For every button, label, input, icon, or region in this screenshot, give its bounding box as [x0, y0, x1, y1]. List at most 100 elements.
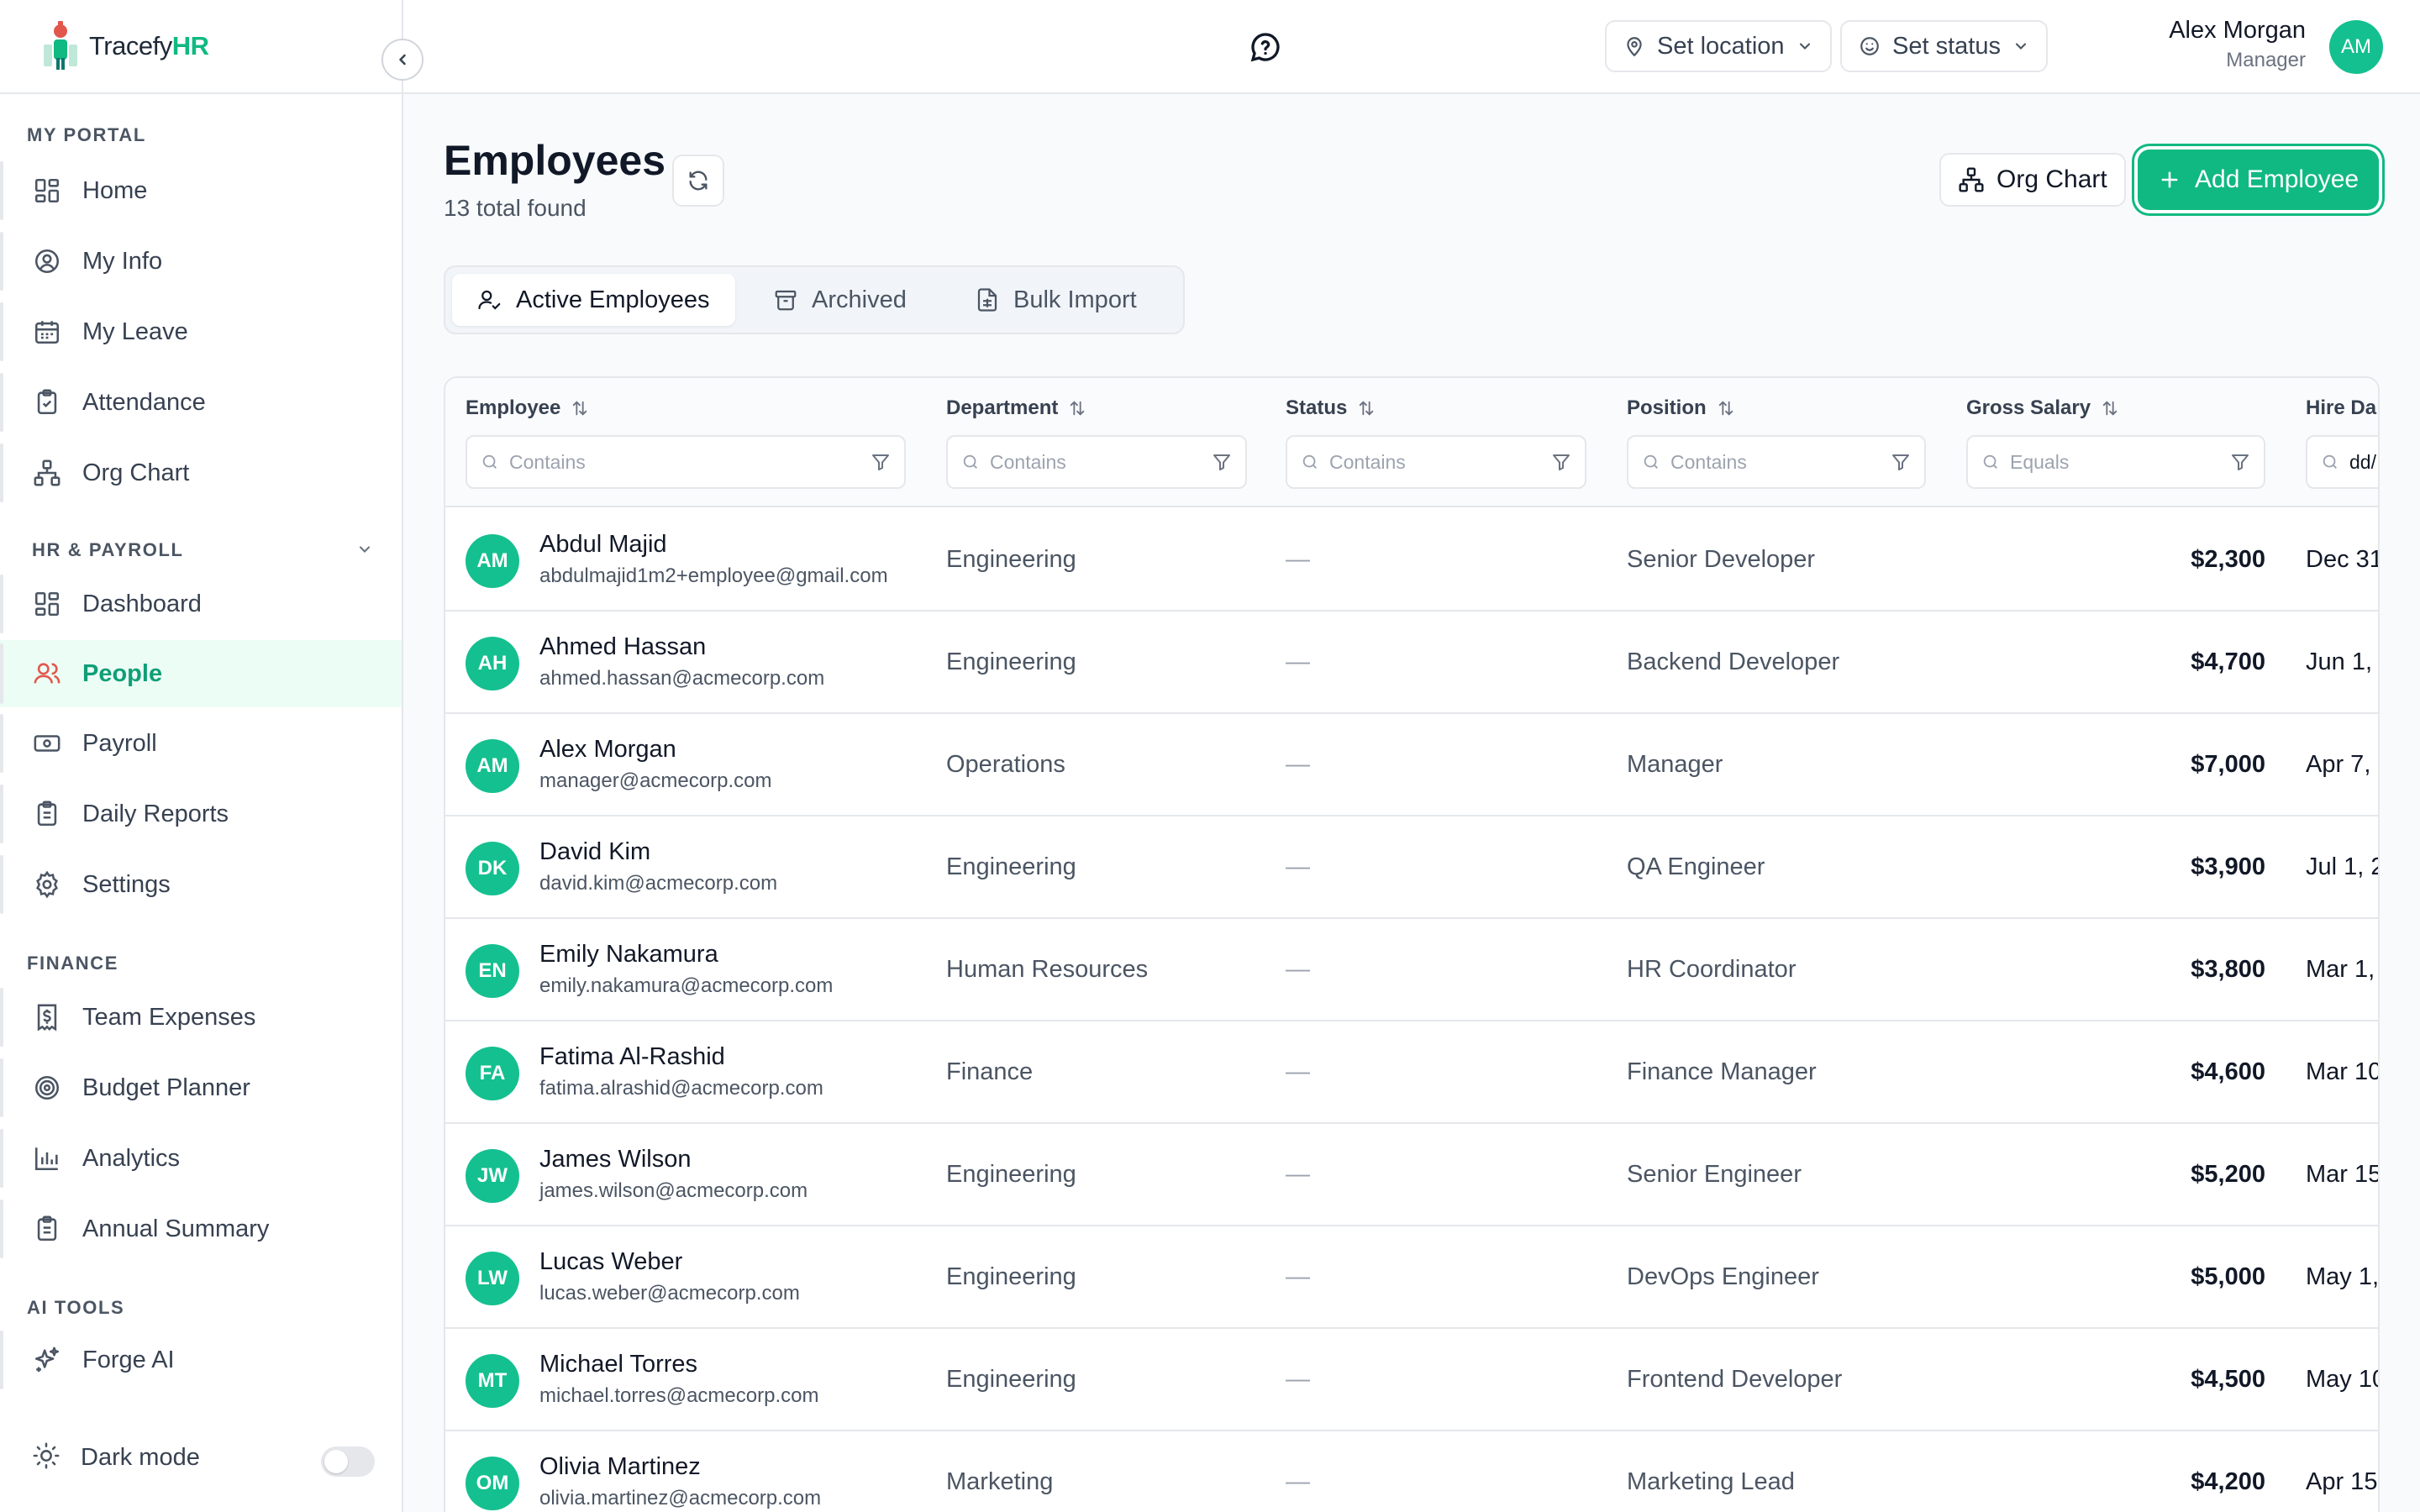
sidebar-item-budget-planner[interactable]: Budget Planner	[0, 1055, 402, 1121]
employee-name[interactable]: David Kim	[539, 838, 650, 866]
table-row[interactable]: EN Emily Nakamura emily.nakamura@acmecorp.…	[445, 919, 2378, 1021]
add-employee-button[interactable]: Add Employee	[2138, 150, 2380, 210]
org-chart-button[interactable]: Org Chart	[1939, 153, 2126, 207]
tab-label: Active Employees	[516, 286, 710, 313]
employee-email: fatima.alrashid@acmecorp.com	[539, 1077, 823, 1100]
file-spreadsheet-icon	[975, 287, 1000, 312]
sidebar-item-settings[interactable]: Settings	[0, 852, 402, 917]
target-icon	[32, 1073, 62, 1103]
sidebar-item-label: Home	[82, 176, 148, 204]
department-cell: Engineering	[946, 1366, 1076, 1393]
position-cell: Frontend Developer	[1627, 1366, 1843, 1393]
employee-name[interactable]: Emily Nakamura	[539, 941, 718, 969]
sidebar-item-daily-reports[interactable]: Daily Reports	[0, 781, 402, 847]
column-header-employee[interactable]: Employee	[466, 396, 589, 420]
tab-bulk-import[interactable]: Bulk Import	[950, 274, 1162, 326]
filter-icon[interactable]	[871, 452, 891, 472]
table-row[interactable]: DK David Kim david.kim@acmecorp.com Enginee…	[445, 816, 2378, 919]
sidebar-item-my-info[interactable]: My Info	[0, 228, 402, 294]
dark-mode-toggle[interactable]	[321, 1446, 375, 1477]
chevron-down-icon[interactable]	[356, 541, 373, 562]
employee-email: olivia.martinez@acmecorp.com	[539, 1487, 822, 1509]
employees-table: Employee Department Status Position Gros…	[444, 376, 2380, 1512]
sidebar-item-analytics[interactable]: Analytics	[0, 1126, 402, 1191]
status-cell: —	[1286, 1366, 1310, 1393]
sidebar-item-my-leave[interactable]: My Leave	[0, 299, 402, 365]
search-icon	[1642, 453, 1660, 471]
sort-icon	[571, 399, 589, 417]
filter-icon[interactable]	[1891, 452, 1911, 472]
employee-name[interactable]: Lucas Weber	[539, 1248, 682, 1276]
filter-input-employee[interactable]: Contains	[466, 435, 906, 489]
column-header-hire-date[interactable]: Hire Da	[2306, 396, 2376, 420]
table-row[interactable]: AM Abdul Majid abdulmajid1m2+employee@gmai…	[445, 509, 2378, 612]
filter-input-status[interactable]: Contains	[1286, 435, 1586, 489]
filter-input-gross-salary[interactable]: Equals	[1966, 435, 2265, 489]
position-cell: Marketing Lead	[1627, 1468, 1795, 1495]
table-row[interactable]: LW Lucas Weber lucas.weber@acmecorp.com Eng…	[445, 1226, 2378, 1329]
set-location-button[interactable]: Set location	[1605, 20, 1832, 72]
filter-placeholder: Contains	[990, 450, 1066, 473]
search-icon	[2321, 453, 2339, 471]
column-header-position[interactable]: Position	[1627, 396, 1735, 420]
employee-name[interactable]: Ahmed Hassan	[539, 633, 706, 661]
sidebar-item-label: Payroll	[82, 729, 157, 757]
sidebar-item-payroll[interactable]: Payroll	[0, 711, 402, 776]
employee-name[interactable]: Alex Morgan	[539, 736, 676, 764]
avatar: AH	[466, 637, 519, 690]
user-name[interactable]: Alex Morgan	[2169, 17, 2306, 45]
position-cell: Backend Developer	[1627, 648, 1840, 675]
table-row[interactable]: JW James Wilson james.wilson@acmecorp.com E…	[445, 1124, 2378, 1226]
chevron-down-icon	[1797, 38, 1813, 55]
filter-input-position[interactable]: Contains	[1627, 435, 1926, 489]
column-header-status[interactable]: Status	[1286, 396, 1376, 420]
table-row[interactable]: MT Michael Torres michael.torres@acmecorp.…	[445, 1329, 2378, 1431]
employee-name[interactable]: Fatima Al-Rashid	[539, 1043, 725, 1071]
sidebar-item-team-expenses[interactable]: Team Expenses	[0, 984, 402, 1050]
avatar: EN	[466, 944, 519, 998]
sidebar-item-forge-ai[interactable]: Forge AI	[0, 1327, 402, 1393]
sidebar-item-attendance[interactable]: Attendance	[0, 370, 402, 435]
filter-icon[interactable]	[1212, 452, 1232, 472]
collapse-sidebar-button[interactable]	[381, 39, 424, 81]
table-row[interactable]: OM Olivia Martinez olivia.martinez@acmecor…	[445, 1431, 2378, 1512]
tab-active-employees[interactable]: Active Employees	[452, 274, 735, 326]
employee-name[interactable]: Abdul Majid	[539, 531, 667, 559]
filter-icon[interactable]	[2230, 452, 2250, 472]
filter-icon[interactable]	[1551, 452, 1571, 472]
position-cell: DevOps Engineer	[1627, 1263, 1819, 1290]
receipt-dollar-icon	[32, 1002, 62, 1032]
filter-input-hire-date[interactable]: dd/	[2306, 435, 2378, 489]
topbar: Set location Set status Alex Morgan Mana…	[403, 0, 2420, 94]
tab-archived[interactable]: Archived	[748, 274, 932, 326]
help-icon[interactable]	[1249, 30, 1282, 68]
sidebar-item-people[interactable]: People	[0, 640, 402, 707]
sidebar-item-org-chart[interactable]: Org Chart	[0, 440, 402, 506]
banknote-icon	[32, 728, 62, 759]
employee-name[interactable]: James Wilson	[539, 1146, 692, 1173]
column-header-gross-salary[interactable]: Gross Salary	[1966, 396, 2119, 420]
position-cell: HR Coordinator	[1627, 956, 1797, 983]
employee-name[interactable]: Michael Torres	[539, 1351, 697, 1378]
column-header-department[interactable]: Department	[946, 396, 1086, 420]
refresh-button[interactable]	[672, 155, 724, 207]
table-row[interactable]: AM Alex Morgan manager@acmecorp.com Operati…	[445, 714, 2378, 816]
department-cell: Engineering	[946, 648, 1076, 675]
sidebar-item-dashboard[interactable]: Dashboard	[0, 571, 402, 637]
sidebar-item-annual-summary[interactable]: Annual Summary	[0, 1196, 402, 1262]
sidebar-item-home[interactable]: Home	[0, 158, 402, 223]
position-cell: Finance Manager	[1627, 1058, 1817, 1085]
avatar[interactable]: AM	[2329, 20, 2383, 74]
brand-logo-icon	[40, 21, 81, 71]
filter-input-department[interactable]: Contains	[946, 435, 1247, 489]
dark-mode-label: Dark mode	[81, 1444, 200, 1471]
brand-name: TracefyHR	[89, 31, 209, 60]
department-cell: Engineering	[946, 853, 1076, 880]
employee-name[interactable]: Olivia Martinez	[539, 1453, 701, 1481]
table-row[interactable]: AH Ahmed Hassan ahmed.hassan@acmecorp.com E…	[445, 612, 2378, 714]
set-status-button[interactable]: Set status	[1840, 20, 2048, 72]
grid-icon	[32, 589, 62, 619]
section-label-hr-payroll: HR & PAYROLL	[32, 539, 184, 560]
gross-salary-cell: $3,800	[2191, 956, 2265, 983]
table-row[interactable]: FA Fatima Al-Rashid fatima.alrashid@acmeco…	[445, 1021, 2378, 1124]
